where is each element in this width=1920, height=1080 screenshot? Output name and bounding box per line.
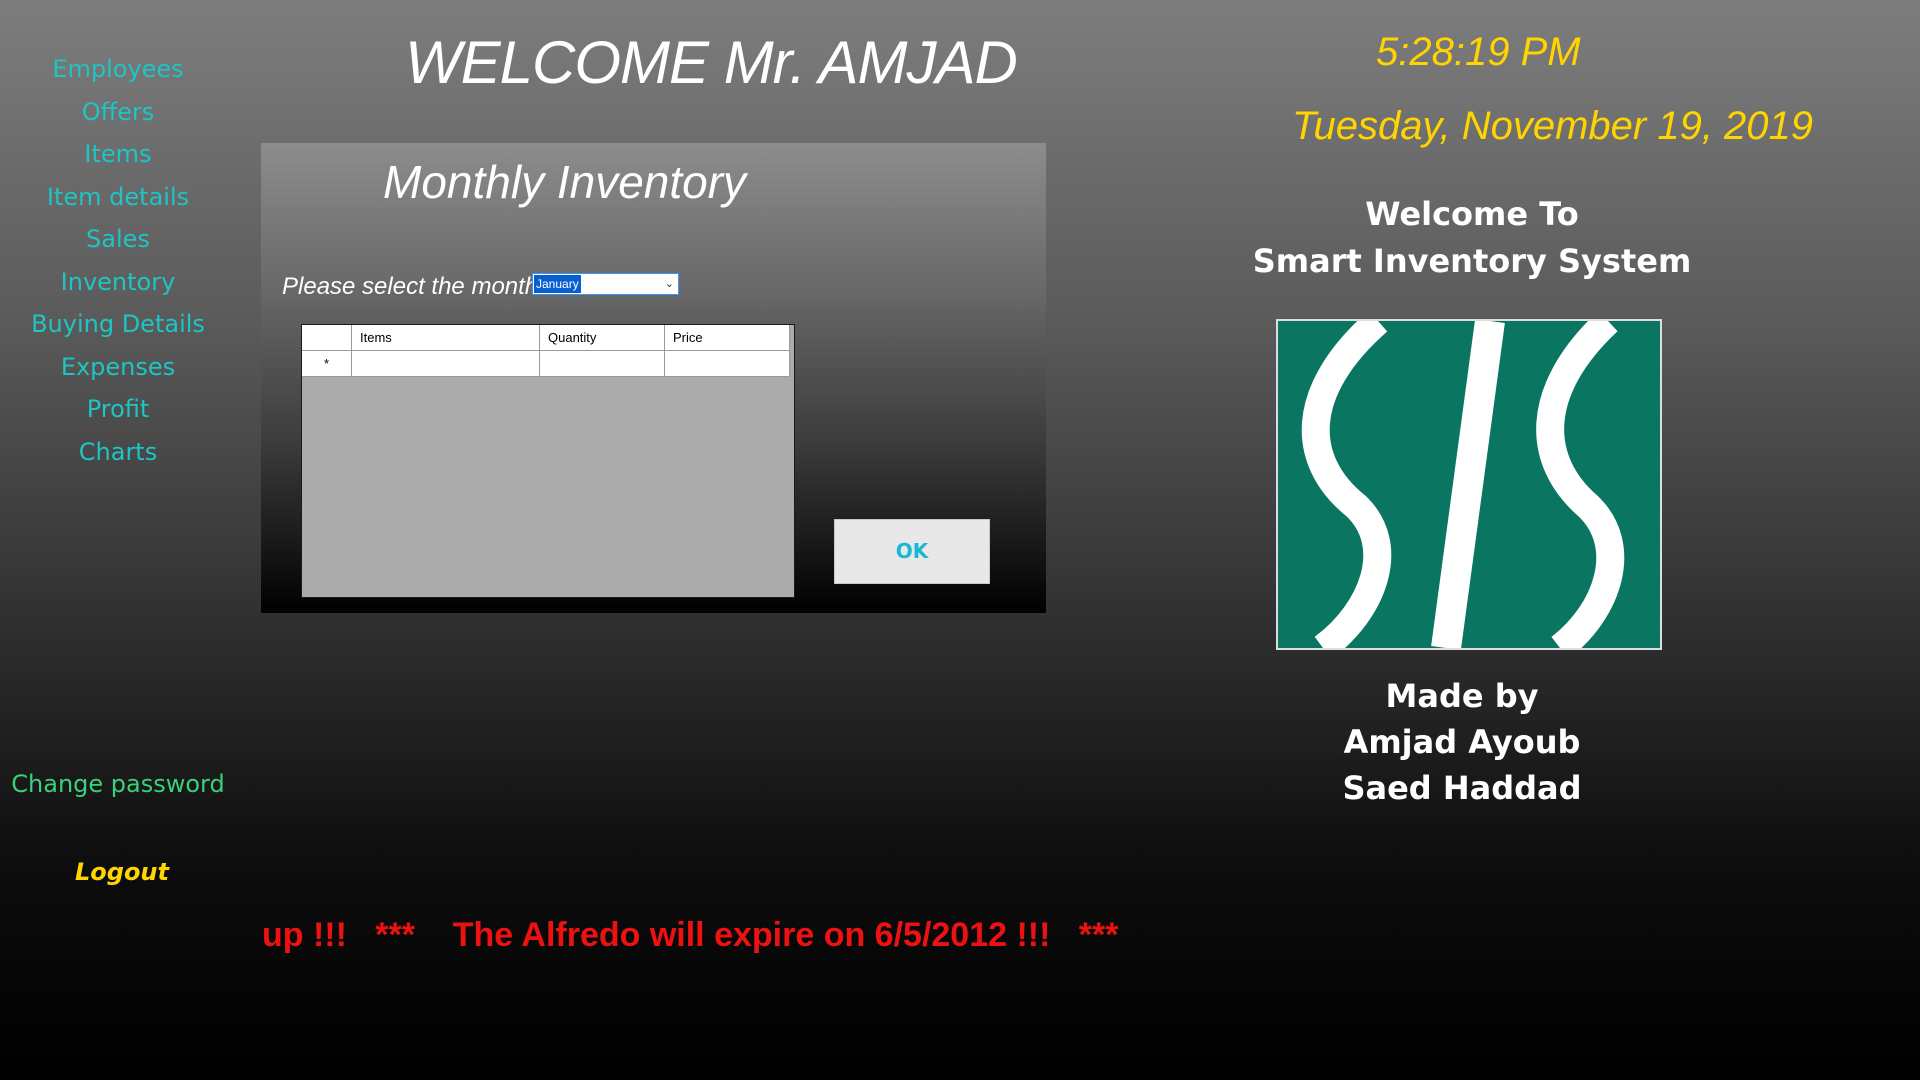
table-row[interactable]: * [302,351,794,377]
sidebar-item-profit[interactable]: Profit [87,388,150,431]
grid-column-header-price[interactable]: Price [665,325,790,351]
panel-title: Monthly Inventory [383,156,747,208]
clock-time: 5:28:19 PM [1376,30,1581,74]
expiry-ticker: up !!! *** The Alfredo will expire on 6/… [262,916,1119,954]
sidebar-nav: Employees Offers Items Item details Sale… [0,48,236,473]
ok-button[interactable]: OK [834,519,990,584]
grid-cell-price[interactable] [665,351,790,377]
grid-header-row: Items Quantity Price [302,325,794,351]
sidebar-item-buying-details[interactable]: Buying Details [31,303,205,346]
monthly-inventory-panel: Monthly Inventory Please select the mont… [261,143,1046,613]
welcome-message-line1: Welcome To [1365,195,1579,233]
month-select-label: Please select the month [282,273,539,300]
sidebar-item-charts[interactable]: Charts [79,431,157,474]
grid-new-row-marker[interactable]: * [302,351,352,377]
sidebar-item-item-details[interactable]: Item details [47,176,189,219]
month-select[interactable]: January ⌄ [532,273,679,295]
sis-logo-icon [1276,319,1662,650]
sidebar-item-inventory[interactable]: Inventory [61,261,176,304]
logout-link[interactable]: Logout [0,858,244,886]
welcome-message: Welcome To Smart Inventory System [1232,191,1712,285]
credits-author-2: Saed Haddad [1342,769,1582,807]
welcome-message-line2: Smart Inventory System [1252,242,1692,280]
credits-made-by: Made by [1385,677,1539,715]
sidebar-item-employees[interactable]: Employees [52,48,183,91]
sidebar-item-expenses[interactable]: Expenses [61,346,175,389]
sidebar-item-items[interactable]: Items [84,133,151,176]
month-select-value: January [534,275,581,293]
chevron-down-icon[interactable]: ⌄ [665,274,674,294]
welcome-title: WELCOME Mr. AMJAD [405,29,1018,96]
credits-author-1: Amjad Ayoub [1343,723,1581,761]
inventory-grid[interactable]: Items Quantity Price * [301,324,795,598]
grid-column-header-quantity[interactable]: Quantity [540,325,665,351]
grid-cell-quantity[interactable] [540,351,665,377]
grid-row-header-corner[interactable] [302,325,352,351]
credits: Made by Amjad Ayoub Saed Haddad [1232,673,1692,811]
grid-column-header-items[interactable]: Items [352,325,540,351]
grid-cell-items[interactable] [352,351,540,377]
sidebar-item-offers[interactable]: Offers [82,91,155,134]
change-password-link[interactable]: Change password [0,770,236,798]
sidebar-item-sales[interactable]: Sales [86,218,150,261]
clock-date: Tuesday, November 19, 2019 [1292,104,1814,148]
sis-logo-graphic [1301,321,1625,648]
